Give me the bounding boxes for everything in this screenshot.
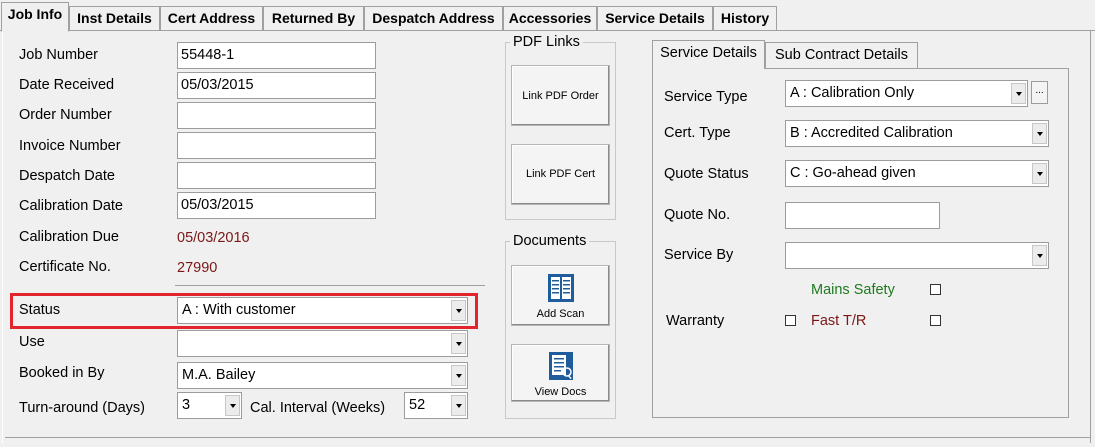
- link-pdf-order-label: Link PDF Order: [522, 90, 599, 102]
- tab-accessories[interactable]: Accessories: [503, 6, 597, 30]
- booked-in-by-value: M.A. Bailey: [182, 367, 256, 383]
- chevron-down-icon[interactable]: [1011, 83, 1026, 104]
- warranty-checkbox[interactable]: [785, 315, 796, 326]
- order-number-label: Order Number: [19, 107, 112, 123]
- add-scan-label: Add Scan: [536, 308, 585, 320]
- calibration-date-field[interactable]: 05/03/2015: [177, 192, 376, 219]
- scan-document-icon: [548, 274, 574, 302]
- tab-cert-address[interactable]: Cert Address: [160, 6, 263, 30]
- mains-safety-label: Mains Safety: [811, 282, 895, 298]
- tab-inst-details[interactable]: Inst Details: [69, 6, 160, 30]
- service-by-dropdown[interactable]: [785, 242, 1049, 269]
- cal-interval-value: 52: [409, 397, 426, 413]
- use-dropdown[interactable]: [177, 330, 468, 357]
- despatch-date-label: Despatch Date: [19, 168, 115, 184]
- pdf-links-title: PDF Links: [510, 34, 583, 50]
- quote-status-label: Quote Status: [664, 166, 749, 182]
- chevron-down-icon[interactable]: [1032, 245, 1047, 266]
- service-type-label: Service Type: [664, 89, 748, 105]
- subtab-service-details[interactable]: Service Details: [652, 40, 765, 69]
- despatch-date-field[interactable]: [177, 162, 376, 189]
- quote-no-label: Quote No.: [664, 207, 731, 223]
- link-pdf-order-button[interactable]: Link PDF Order: [511, 65, 610, 126]
- cal-interval-label: Cal. Interval (Weeks): [250, 400, 386, 416]
- subtab-sub-contract-details[interactable]: Sub Contract Details: [765, 42, 918, 68]
- fast-tr-label: Fast T/R: [811, 313, 867, 329]
- date-received-field[interactable]: 05/03/2015: [177, 72, 376, 99]
- cal-interval-dropdown[interactable]: 52: [404, 392, 468, 419]
- tab-despatch-address[interactable]: Despatch Address: [364, 6, 503, 30]
- chevron-down-icon[interactable]: [451, 395, 466, 416]
- quote-no-field[interactable]: [785, 202, 940, 229]
- order-number-field[interactable]: [177, 102, 376, 129]
- chevron-down-icon[interactable]: [1032, 123, 1047, 144]
- turnaround-value: 3: [182, 397, 191, 413]
- turnaround-label: Turn-around (Days): [19, 400, 145, 416]
- turnaround-dropdown[interactable]: 3: [177, 392, 242, 419]
- chevron-down-icon[interactable]: [1032, 163, 1047, 184]
- tab-service-details[interactable]: Service Details: [597, 6, 713, 30]
- job-number-label: Job Number: [19, 47, 98, 63]
- cert-type-label: Cert. Type: [664, 125, 731, 141]
- view-docs-label: View Docs: [534, 386, 587, 398]
- service-type-value: A : Calibration Only: [790, 85, 915, 101]
- job-number-field[interactable]: 55448-1: [177, 42, 376, 69]
- calibration-due-value: 05/03/2016: [177, 230, 250, 246]
- cert-type-dropdown[interactable]: B : Accredited Calibration: [785, 120, 1049, 147]
- panel-bottom-divider: [5, 437, 1091, 438]
- quote-status-value: C : Go-ahead given: [790, 165, 916, 181]
- chevron-down-icon[interactable]: [225, 395, 240, 416]
- use-label: Use: [19, 334, 45, 350]
- form-separator: [175, 285, 485, 286]
- invoice-number-field[interactable]: [177, 132, 376, 159]
- quote-status-dropdown[interactable]: C : Go-ahead given: [785, 160, 1049, 187]
- booked-in-by-dropdown[interactable]: M.A. Bailey: [177, 362, 468, 389]
- certificate-no-label: Certificate No.: [19, 259, 111, 275]
- tab-returned-by[interactable]: Returned By: [263, 6, 364, 30]
- cert-type-value: B : Accredited Calibration: [790, 125, 953, 141]
- chevron-down-icon[interactable]: [451, 333, 466, 354]
- main-tab-strip: Job Info Inst Details Cert Address Retur…: [0, 0, 1095, 32]
- mains-safety-checkbox[interactable]: [930, 284, 941, 295]
- certificate-no-value: 27990: [177, 260, 218, 276]
- calibration-date-label: Calibration Date: [19, 198, 123, 214]
- link-pdf-cert-label: Link PDF Cert: [525, 168, 596, 180]
- chevron-down-icon[interactable]: [451, 365, 466, 386]
- invoice-number-label: Invoice Number: [19, 138, 121, 154]
- fast-tr-checkbox[interactable]: [930, 315, 941, 326]
- link-pdf-cert-button[interactable]: Link PDF Cert: [511, 144, 610, 205]
- calibration-due-label: Calibration Due: [19, 229, 119, 245]
- service-type-more-button[interactable]: ...: [1031, 81, 1048, 104]
- service-type-dropdown[interactable]: A : Calibration Only: [785, 80, 1028, 107]
- view-docs-button[interactable]: View Docs: [511, 344, 610, 402]
- status-highlight-box: [10, 293, 478, 329]
- service-by-label: Service By: [664, 247, 734, 263]
- date-received-label: Date Received: [19, 77, 115, 93]
- tab-job-info[interactable]: Job Info: [1, 2, 69, 32]
- documents-title: Documents: [510, 233, 590, 249]
- view-document-icon: [549, 352, 573, 380]
- booked-in-by-label: Booked in By: [19, 365, 105, 381]
- add-scan-button[interactable]: Add Scan: [511, 265, 610, 326]
- warranty-label: Warranty: [666, 313, 725, 329]
- tab-history[interactable]: History: [713, 6, 777, 30]
